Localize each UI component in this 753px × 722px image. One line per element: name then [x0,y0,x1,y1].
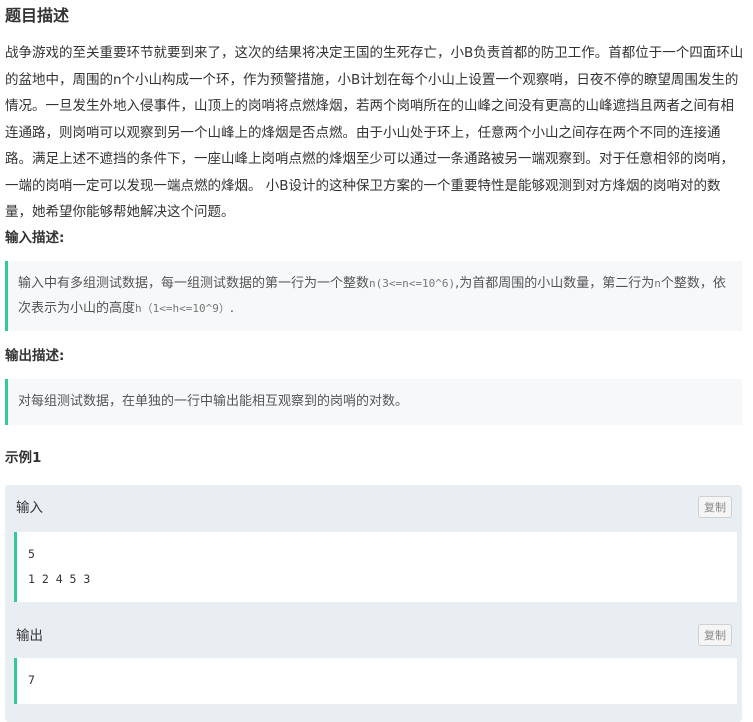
input-description-heading: 输入描述: [5,230,65,246]
input-code-n: n [654,277,661,290]
example-output-label: 输出 [16,628,43,644]
input-text-part4: . [229,301,235,316]
example-input-line: 1 2 4 5 3 [28,572,91,586]
input-code-n-range: n(3<=n<=10^6) [369,277,456,290]
problem-title: 题目描述 [5,6,70,25]
example-output-code: 7 [14,658,737,704]
example-box: 输入 复制 5 1 2 4 5 3 输出 复制 7 [5,485,742,722]
copy-output-button[interactable]: 复制 [698,624,732,646]
example-heading: 示例1 [5,450,42,466]
problem-description: 战争游戏的至关重要环节就要到来了，这次的结果将决定王国的生死存亡，小B负责首都的… [5,45,744,220]
input-text-part2: ,为首都周围的小山数量，第二行为 [455,276,655,291]
copy-input-button[interactable]: 复制 [698,496,732,518]
input-code-h-range: h（1<=h<=10^9） [135,302,230,315]
input-description-block: 输入中有多组测试数据，每一组测试数据的第一行为一个整数n(3<=n<=10^6)… [5,261,742,331]
output-text: 对每组测试数据，在单独的一行中输出能相互观察到的岗哨的对数。 [18,394,409,409]
output-description-heading: 输出描述: [5,348,65,364]
example-input-line: 5 [28,547,35,561]
input-text-part1: 输入中有多组测试数据，每一组测试数据的第一行为一个整数 [18,276,370,291]
example-input-label: 输入 [16,500,43,516]
example-input-code: 5 1 2 4 5 3 [14,532,737,602]
output-description-block: 对每组测试数据，在单独的一行中输出能相互观察到的岗哨的对数。 [5,379,742,425]
example-output-line: 7 [28,673,35,687]
